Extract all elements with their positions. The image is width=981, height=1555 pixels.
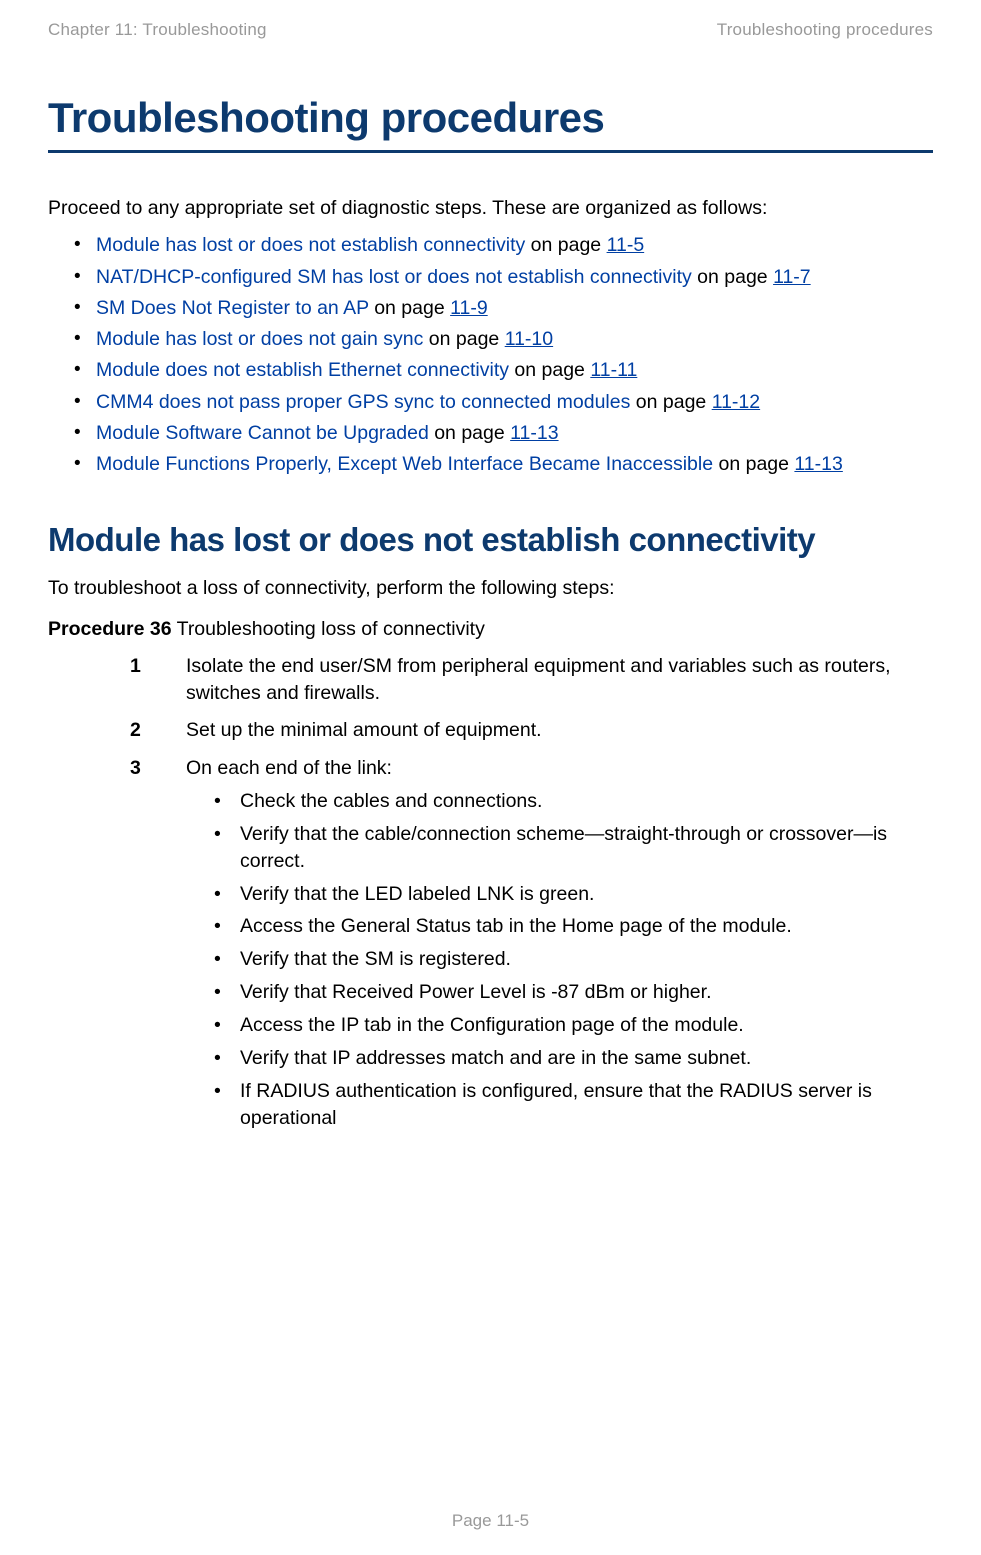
page-reference-link[interactable]: 11-7	[773, 266, 811, 288]
page-reference-link[interactable]: 11-11	[590, 359, 637, 381]
page-title: Troubleshooting procedures	[48, 94, 933, 142]
step-number: 3	[130, 755, 186, 1138]
link-suffix: on page	[509, 359, 590, 381]
page-reference-link[interactable]: 11-9	[450, 297, 488, 319]
cross-reference-link[interactable]: NAT/DHCP-configured SM has lost or does …	[96, 266, 692, 288]
substep-item: Verify that the cable/connection scheme—…	[214, 821, 933, 875]
procedure-name: Troubleshooting loss of connectivity	[172, 618, 485, 640]
link-suffix: on page	[423, 328, 504, 350]
substep-item: Access the General Status tab in the Hom…	[214, 913, 933, 940]
step-body: On each end of the link: Check the cables…	[186, 755, 933, 1138]
cross-reference-link[interactable]: Module has lost or does not establish co…	[96, 234, 525, 256]
page-reference-link[interactable]: 11-5	[607, 234, 645, 256]
substep-list: Check the cables and connections. Verify …	[186, 788, 933, 1132]
cross-reference-link[interactable]: CMM4 does not pass proper GPS sync to co…	[96, 391, 630, 413]
page: Chapter 11: Troubleshooting Troubleshoot…	[0, 0, 981, 1555]
procedure-step: 3On each end of the link: Check the cable…	[48, 755, 933, 1138]
procedure-label: Procedure 36 Troubleshooting loss of con…	[48, 618, 933, 641]
link-list-item: SM Does Not Register to an AP on page 11…	[74, 294, 933, 323]
substep-item: Access the IP tab in the Configuration p…	[214, 1012, 933, 1039]
cross-reference-link[interactable]: Module has lost or does not gain sync	[96, 328, 423, 350]
link-suffix: on page	[630, 391, 711, 413]
step-text: Set up the minimal amount of equipment.	[186, 719, 542, 741]
substep-item: Check the cables and connections.	[214, 788, 933, 815]
step-number: 2	[130, 717, 186, 744]
link-suffix: on page	[429, 422, 510, 444]
cross-reference-link[interactable]: Module Functions Properly, Except Web In…	[96, 453, 713, 475]
link-list-item: Module does not establish Ethernet conne…	[74, 356, 933, 385]
procedure-step: 1Isolate the end user/SM from peripheral…	[48, 653, 933, 708]
substep-item: Verify that the LED labeled LNK is green…	[214, 881, 933, 908]
link-suffix: on page	[713, 453, 794, 475]
substep-item: Verify that Received Power Level is -87 …	[214, 979, 933, 1006]
page-reference-link[interactable]: 11-12	[712, 391, 760, 413]
cross-reference-link[interactable]: Module does not establish Ethernet conne…	[96, 359, 509, 381]
link-suffix: on page	[369, 297, 450, 319]
step-number: 1	[130, 653, 186, 708]
substep-item: Verify that IP addresses match and are i…	[214, 1045, 933, 1072]
link-list-item: Module Software Cannot be Upgraded on pa…	[74, 419, 933, 448]
step-body: Isolate the end user/SM from peripheral …	[186, 653, 933, 708]
procedure-step: 2Set up the minimal amount of equipment.	[48, 717, 933, 744]
cross-reference-link[interactable]: Module Software Cannot be Upgraded	[96, 422, 429, 444]
link-list-item: NAT/DHCP-configured SM has lost or does …	[74, 263, 933, 292]
intro-paragraph: Proceed to any appropriate set of diagno…	[48, 195, 933, 221]
section-title: Module has lost or does not establish co…	[48, 521, 933, 559]
header-left: Chapter 11: Troubleshooting	[48, 20, 267, 40]
substep-item: Verify that the SM is registered.	[214, 946, 933, 973]
procedure-steps: 1Isolate the end user/SM from peripheral…	[48, 653, 933, 1138]
step-text: Isolate the end user/SM from peripheral …	[186, 655, 891, 704]
link-list-item: Module Functions Properly, Except Web In…	[74, 450, 933, 479]
running-header: Chapter 11: Troubleshooting Troubleshoot…	[48, 20, 933, 40]
link-list-item: Module has lost or does not gain sync on…	[74, 325, 933, 354]
title-rule	[48, 150, 933, 153]
link-suffix: on page	[692, 266, 773, 288]
procedure-number: Procedure 36	[48, 618, 172, 640]
link-list-item: Module has lost or does not establish co…	[74, 231, 933, 260]
link-suffix: on page	[525, 234, 606, 256]
step-text: On each end of the link:	[186, 757, 392, 779]
page-reference-link[interactable]: 11-13	[794, 453, 842, 475]
cross-reference-link[interactable]: SM Does Not Register to an AP	[96, 297, 369, 319]
header-right: Troubleshooting procedures	[717, 20, 933, 40]
link-list-item: CMM4 does not pass proper GPS sync to co…	[74, 388, 933, 417]
step-body: Set up the minimal amount of equipment.	[186, 717, 933, 744]
substep-item: If RADIUS authentication is configured, …	[214, 1078, 933, 1132]
link-list: Module has lost or does not establish co…	[48, 231, 933, 479]
page-reference-link[interactable]: 11-10	[505, 328, 553, 350]
section-intro: To troubleshoot a loss of connectivity, …	[48, 575, 933, 601]
page-footer: Page 11-5	[0, 1511, 981, 1531]
page-reference-link[interactable]: 11-13	[510, 422, 558, 444]
